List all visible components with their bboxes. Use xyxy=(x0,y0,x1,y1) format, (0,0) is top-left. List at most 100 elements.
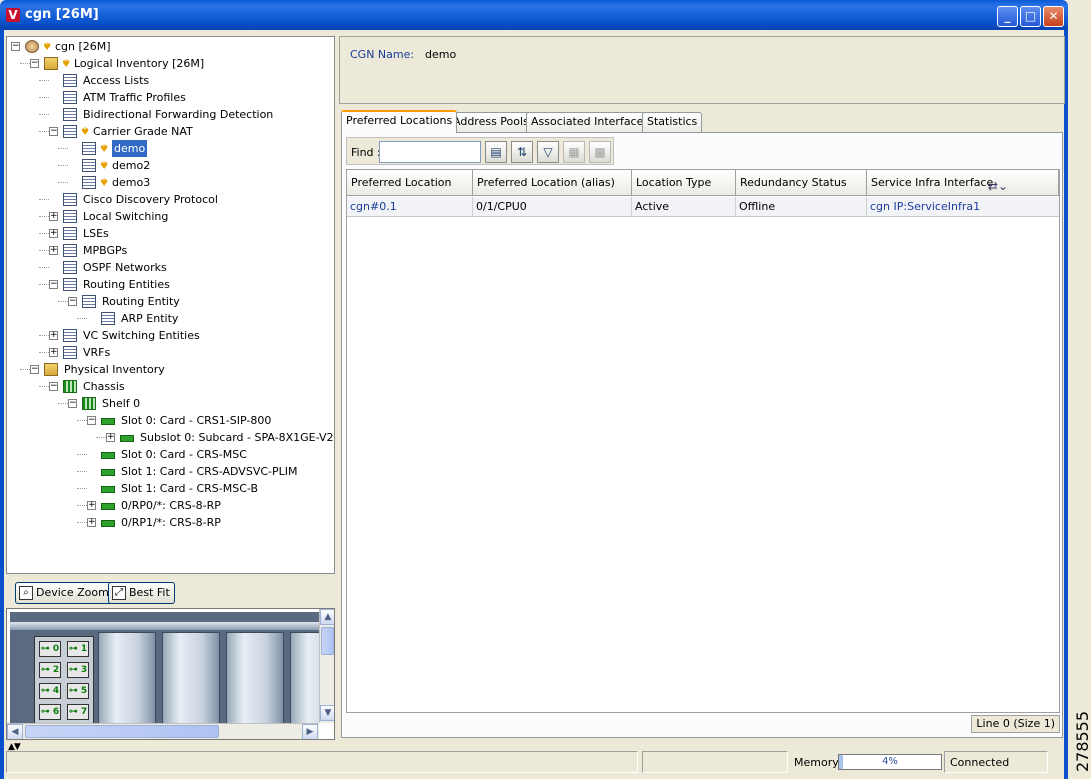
tree-node-label[interactable]: Carrier Grade NAT xyxy=(93,123,193,140)
tree-node-label[interactable]: VRFs xyxy=(83,344,110,361)
find-input[interactable] xyxy=(379,141,481,163)
column-header[interactable]: Preferred Location xyxy=(347,170,473,196)
column-header-service-infra[interactable]: Service Infra Interface ⇄⌄ xyxy=(867,170,1059,196)
tree-node-label[interactable]: Logical Inventory [26M] xyxy=(74,55,204,72)
tree-node[interactable]: − ♠ cgn [26M] xyxy=(7,38,334,55)
tree-node-label[interactable]: Subslot 0: Subcard - SPA-8X1GE-V2 xyxy=(140,429,333,446)
tab-preferred-locations[interactable]: Preferred Locations xyxy=(341,110,458,133)
tree-node-label[interactable]: cgn [26M] xyxy=(55,38,111,55)
tree-node[interactable]: ATM Traffic Profiles xyxy=(7,89,334,106)
tree-node-label[interactable]: MPBGPs xyxy=(83,242,127,259)
tree-node-label[interactable]: 0/RP1/*: CRS-8-RP xyxy=(121,514,221,531)
tree-node-label[interactable]: Slot 0: Card - CRS1-SIP-800 xyxy=(121,412,271,429)
export-icon[interactable]: ▦ xyxy=(563,141,585,163)
tree-node[interactable]: +0/RP0/*: CRS-8-RP xyxy=(7,497,334,514)
tree-node-label[interactable]: Cisco Discovery Protocol xyxy=(83,191,218,208)
tree-node-label[interactable]: Slot 1: Card - CRS-ADVSVC-PLIM xyxy=(121,463,298,480)
tree-node[interactable]: Slot 1: Card - CRS-ADVSVC-PLIM xyxy=(7,463,334,480)
sort-icon[interactable]: ⇅ xyxy=(511,141,533,163)
overview-horizontal-scrollbar[interactable]: ◀ ▶ xyxy=(7,723,319,739)
tree-node-label[interactable]: 0/RP0/*: CRS-8-RP xyxy=(121,497,221,514)
collapse-icon[interactable]: − xyxy=(11,42,20,51)
collapse-icon[interactable]: − xyxy=(87,416,96,425)
tree-node-label[interactable]: demo3 xyxy=(112,174,150,191)
tree-node-label[interactable]: Slot 1: Card - CRS-MSC-B xyxy=(121,480,258,497)
tab-address-pools[interactable]: Address Pools xyxy=(448,112,534,132)
device-zoom-button[interactable]: ⌕ Device Zoom xyxy=(15,582,114,604)
expand-icon[interactable]: + xyxy=(49,331,58,340)
tree-node-label[interactable]: Local Switching xyxy=(83,208,168,225)
scroll-right-icon[interactable]: ▶ xyxy=(302,724,318,739)
vertical-scroll-thumb[interactable] xyxy=(321,627,334,655)
scroll-up-icon[interactable]: ▲ xyxy=(320,609,334,625)
expand-icon[interactable]: + xyxy=(106,433,115,442)
tree-node[interactable]: Slot 1: Card - CRS-MSC-B xyxy=(7,480,334,497)
tree-node-label[interactable]: VC Switching Entities xyxy=(83,327,200,344)
scroll-down-icon[interactable]: ▼ xyxy=(320,705,334,721)
tree-node[interactable]: + Subslot 0: Subcard - SPA-8X1GE-V2 xyxy=(7,429,334,446)
table-cell[interactable]: cgn#0.1 xyxy=(347,197,473,217)
tree-node[interactable]: + VC Switching Entities xyxy=(7,327,334,344)
expand-icon[interactable]: + xyxy=(87,518,96,527)
table-row[interactable]: cgn#0.1 0/1/CPU0 Active Offline cgn IP:S… xyxy=(347,197,1059,217)
collapse-icon[interactable]: − xyxy=(68,399,77,408)
expand-icon[interactable]: + xyxy=(87,501,96,510)
tree-node[interactable]: Bidirectional Forwarding Detection xyxy=(7,106,334,123)
expand-icon[interactable]: + xyxy=(49,246,58,255)
tree-node[interactable]: − Routing Entities xyxy=(7,276,334,293)
table-cell[interactable]: cgn IP:ServiceInfra1 xyxy=(867,197,1059,217)
collapse-icon[interactable]: − xyxy=(68,297,77,306)
chassis-image[interactable]: ⊶ 0 ⊶ 1 ⊶ 2 ⊶ 3 ⊶ 4 ⊶ 5 ⊶ 6 ⊶ 7 xyxy=(10,612,319,724)
tree-node-label[interactable]: Routing Entity xyxy=(102,293,180,310)
tree-node-label[interactable]: demo xyxy=(112,140,148,157)
title-bar[interactable]: V cgn [26M] _ □ ✕ xyxy=(0,0,1068,30)
tree-node-label[interactable]: Slot 0: Card - CRS-MSC xyxy=(121,446,247,463)
expand-icon[interactable]: + xyxy=(49,212,58,221)
tree-node[interactable]: − Routing Entity xyxy=(7,293,334,310)
tree-node-label[interactable]: Access Lists xyxy=(83,72,149,89)
collapse-icon[interactable]: − xyxy=(49,382,58,391)
tree-node-label[interactable]: Bidirectional Forwarding Detection xyxy=(83,106,273,123)
tree-node[interactable]: − Chassis xyxy=(7,378,334,395)
tree-node-label[interactable]: ARP Entity xyxy=(121,310,178,327)
scroll-left-icon[interactable]: ◀ xyxy=(7,724,23,739)
refresh-sort-icon[interactable]: ⇄⌄ xyxy=(988,174,1008,199)
tree-node-label[interactable]: LSEs xyxy=(83,225,109,242)
tree-node-label[interactable]: Chassis xyxy=(83,378,125,395)
overview-vertical-scrollbar[interactable]: ▲ ▼ xyxy=(319,609,334,723)
tree-node-label[interactable]: Shelf 0 xyxy=(102,395,140,412)
tree-node-label[interactable]: OSPF Networks xyxy=(83,259,167,276)
tree-node-label[interactable]: demo2 xyxy=(112,157,150,174)
tree-node[interactable]: + VRFs xyxy=(7,344,334,361)
column-header[interactable]: Redundancy Status xyxy=(736,170,867,196)
print-icon[interactable]: ▩ xyxy=(589,141,611,163)
inventory-tree[interactable]: − ♠ cgn [26M] − ♠ Logical Inventory [26M] Acce… xyxy=(6,36,335,574)
tree-node[interactable]: Cisco Discovery Protocol xyxy=(7,191,334,208)
tree-node[interactable]: + MPBGPs xyxy=(7,242,334,259)
tree-node[interactable]: + LSEs xyxy=(7,225,334,242)
chassis-overview[interactable]: ⊶ 0 ⊶ 1 ⊶ 2 ⊶ 3 ⊶ 4 ⊶ 5 ⊶ 6 ⊶ 7 ▲ ▼ ◀ ▶ xyxy=(6,608,335,740)
tree-node-label[interactable]: Routing Entities xyxy=(83,276,170,293)
collapse-icon[interactable]: − xyxy=(30,365,39,374)
expand-icon[interactable]: + xyxy=(49,348,58,357)
horizontal-scroll-thumb[interactable] xyxy=(25,725,219,738)
preferred-locations-table[interactable]: Preferred Location Preferred Location (a… xyxy=(346,169,1060,713)
tree-node[interactable]: − Shelf 0 xyxy=(7,395,334,412)
tree-node-label[interactable]: Physical Inventory xyxy=(64,361,165,378)
column-header[interactable]: Preferred Location (alias) xyxy=(473,170,632,196)
best-fit-button[interactable]: ⤢ Best Fit xyxy=(108,582,175,604)
close-button[interactable]: ✕ xyxy=(1043,6,1064,27)
tree-node[interactable]: − ♠ Logical Inventory [26M] xyxy=(7,55,334,72)
tree-node[interactable]: Slot 0: Card - CRS-MSC xyxy=(7,446,334,463)
tree-node[interactable]: − Physical Inventory xyxy=(7,361,334,378)
tab-statistics[interactable]: Statistics xyxy=(642,112,703,132)
tree-node-label[interactable]: ATM Traffic Profiles xyxy=(83,89,186,106)
tab-associated-interfaces[interactable]: Associated Interfaces xyxy=(526,112,655,132)
tree-node[interactable]: ♠ demo xyxy=(7,140,334,157)
tree-node[interactable]: + Local Switching xyxy=(7,208,334,225)
collapse-icon[interactable]: − xyxy=(49,280,58,289)
column-header[interactable]: Location Type xyxy=(632,170,736,196)
maximize-button[interactable]: □ xyxy=(1020,6,1041,27)
tree-node[interactable]: Access Lists xyxy=(7,72,334,89)
collapse-icon[interactable]: − xyxy=(49,127,58,136)
